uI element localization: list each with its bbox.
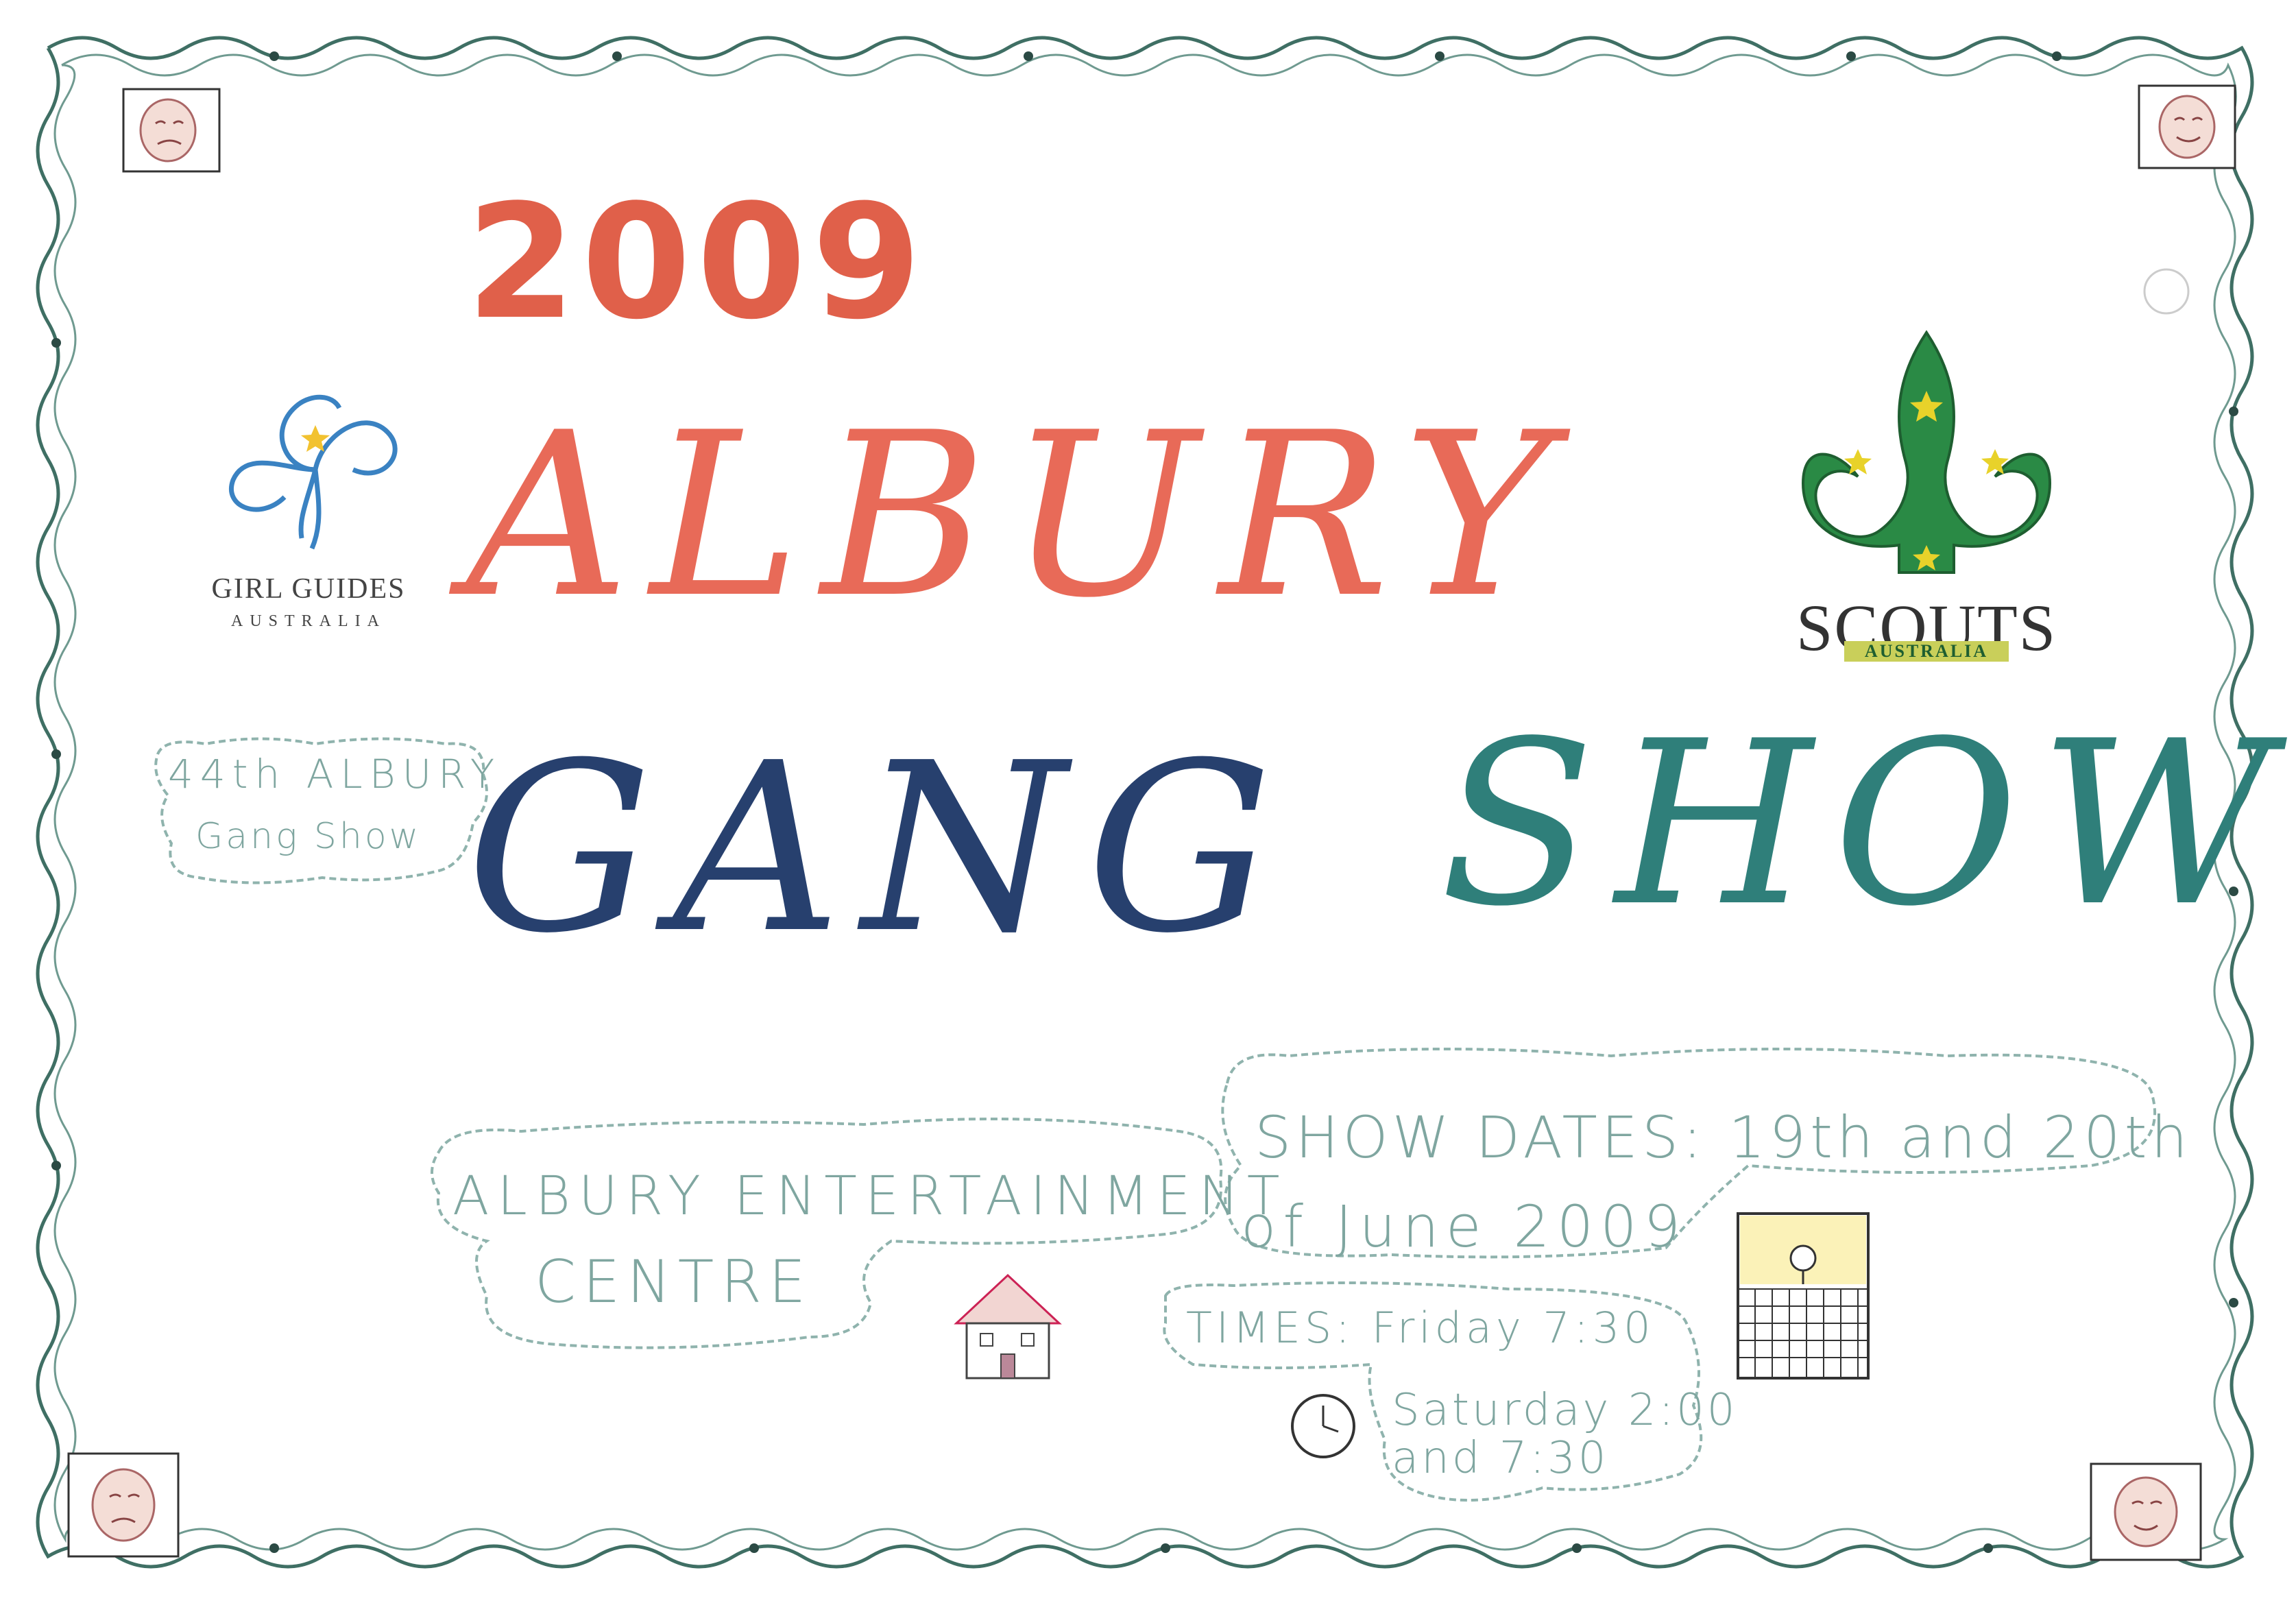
edition-line1: 44th ALBURY: [168, 751, 502, 797]
times-line1: TIMES: Friday 7:30: [1186, 1303, 1655, 1353]
venue-line2: CENTRE: [535, 1248, 813, 1316]
house-icon: [954, 1273, 1062, 1380]
gang-show-poster: 2009 ALBURY GANG SHOW GIRL GUIDES AUSTRA…: [0, 0, 2296, 1614]
dates-line1: SHOW DATES: 19th and 20th: [1255, 1104, 2192, 1171]
times-line3: and 7:30: [1392, 1433, 1609, 1484]
clock-icon: [1291, 1394, 1355, 1458]
dates-line2: of June 2009: [1241, 1193, 1688, 1260]
pencil-clouds: [154, 737, 2157, 1502]
venue-line1: ALBURY ENTERTAINMENT: [452, 1166, 1288, 1227]
times-line2: Saturday 2:00: [1392, 1385, 1738, 1436]
edition-line2: Gang Show: [195, 816, 422, 857]
window-person-icon: [1737, 1212, 1870, 1380]
